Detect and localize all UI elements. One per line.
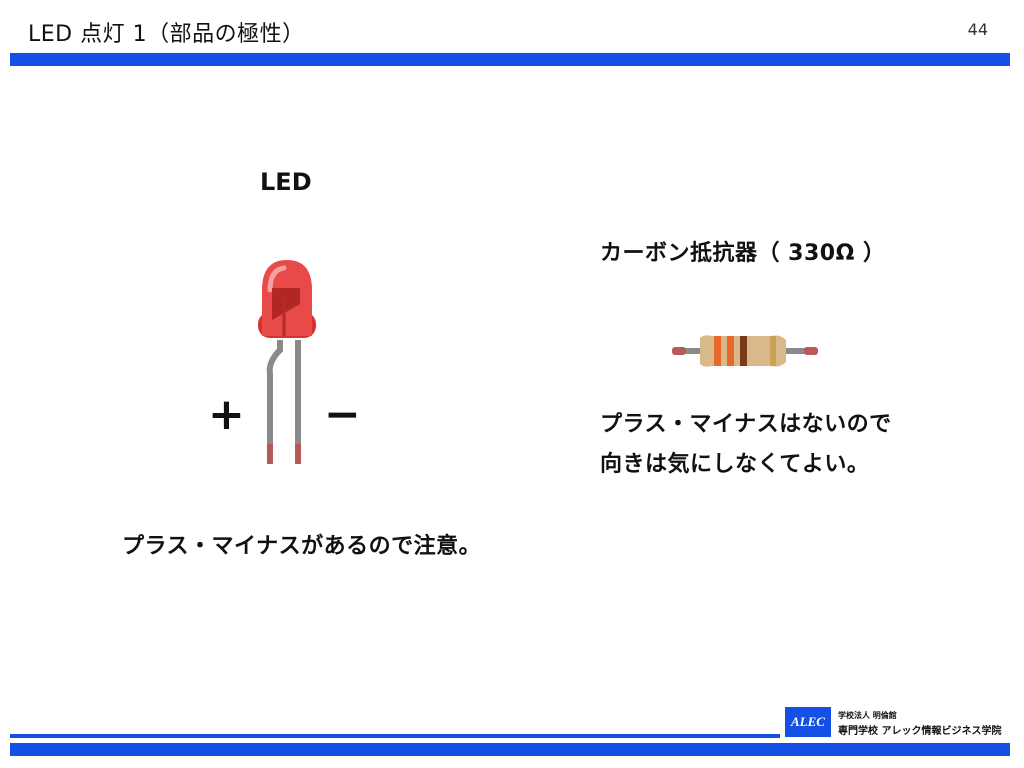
plus-sign: +: [208, 389, 245, 440]
led-label: LED: [260, 168, 312, 196]
resistor-band-4: [770, 336, 776, 366]
resistor-note-line-2: 向きは気にしなくてよい。: [600, 452, 870, 477]
resistor-lead-tip-left: [672, 347, 686, 355]
footer-thin-bar: [10, 734, 780, 738]
led-anode-tip: [267, 444, 273, 464]
footer-bar: [10, 743, 1010, 756]
page-number: 44: [967, 20, 988, 39]
minus-sign: −: [324, 389, 361, 440]
resistor-illustration: [672, 335, 818, 367]
resistor-label: カーボン抵抗器（ 330Ω ）: [600, 241, 886, 266]
resistor-band-1: [714, 336, 721, 366]
header-bar: [10, 53, 1010, 66]
resistor-polarity-note: プラス・マイナスはないので 向きは気にしなくてよい。: [600, 405, 892, 485]
resistor-lead-tip-right: [804, 347, 818, 355]
page-title: LED 点灯 1（部品の極性）: [28, 22, 305, 47]
led-anode-lead: [266, 340, 283, 462]
led-cathode-tip: [295, 444, 301, 464]
alec-logo: ALEC: [785, 707, 831, 737]
resistor-note-line-1: プラス・マイナスはないので: [600, 412, 892, 437]
resistor-band-3: [740, 336, 747, 366]
led-polarity-note: プラス・マイナスがあるので注意。: [122, 534, 482, 559]
resistor-band-2: [727, 336, 734, 366]
org-name-line-2: 専門学校 アレック情報ビジネス学院: [838, 726, 1002, 737]
org-name-line-1: 学校法人 明倫館: [838, 711, 897, 720]
